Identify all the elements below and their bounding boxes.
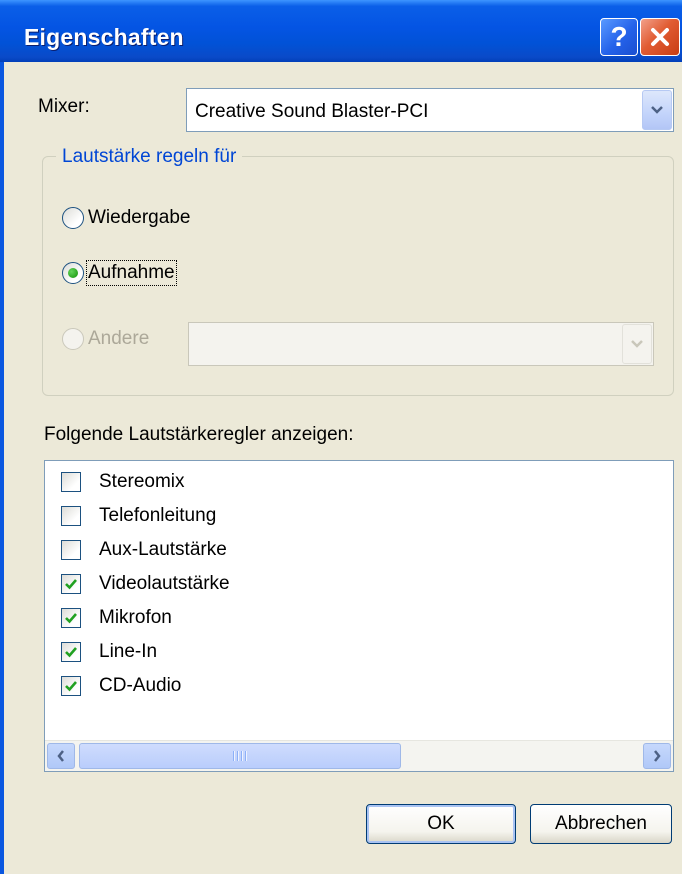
mixer-dropdown-button[interactable]: [642, 90, 672, 130]
volume-controls-list[interactable]: Stereomix Telefonleitung Aux-Lautstärke …: [44, 460, 674, 772]
list-item[interactable]: Stereomix: [61, 471, 185, 493]
list-item[interactable]: Telefonleitung: [61, 505, 216, 527]
volume-group-title: Lautstärke regeln für: [56, 146, 243, 168]
list-item-label: Videolautstärke: [99, 573, 230, 594]
mixer-label: Mixer:: [38, 96, 90, 117]
radio-playback[interactable]: Wiedergabe: [62, 207, 190, 229]
video-checkbox[interactable]: [61, 574, 81, 594]
checkmark-icon: [65, 681, 77, 692]
stereomix-checkbox[interactable]: [61, 472, 81, 492]
telefonleitung-checkbox[interactable]: [61, 506, 81, 526]
list-item[interactable]: Line-In: [61, 641, 157, 663]
close-icon: [651, 28, 669, 46]
properties-dialog: Eigenschaften ? Mixer: Creative Sound Bl…: [0, 0, 682, 874]
other-device-select: [188, 322, 654, 366]
controls-list-label: Folgende Lautstärkeregler anzeigen:: [44, 424, 354, 445]
radio-recording-button[interactable]: [62, 262, 84, 284]
list-item-label: CD-Audio: [99, 675, 182, 696]
checkmark-icon: [65, 579, 77, 590]
mixer-selected-value: Creative Sound Blaster-PCI: [195, 101, 429, 122]
radio-other-label: Andere: [88, 328, 150, 349]
help-button[interactable]: ?: [600, 18, 638, 56]
checkmark-icon: [65, 647, 77, 658]
list-item[interactable]: Aux-Lautstärke: [61, 539, 227, 561]
scroll-left-button[interactable]: [47, 743, 75, 769]
list-item[interactable]: CD-Audio: [61, 675, 181, 697]
line-in-checkbox[interactable]: [61, 642, 81, 662]
scroll-thumb[interactable]: [79, 743, 401, 769]
radio-recording[interactable]: Aufnahme: [62, 260, 177, 286]
chevron-right-icon: [654, 750, 661, 762]
list-item-label: Mikrofon: [99, 607, 172, 628]
help-icon: ?: [610, 21, 628, 52]
ok-button[interactable]: OK: [366, 804, 516, 844]
mikrofon-checkbox[interactable]: [61, 608, 81, 628]
aux-checkbox[interactable]: [61, 540, 81, 560]
list-item[interactable]: Mikrofon: [61, 607, 172, 629]
list-item-label: Telefonleitung: [99, 505, 217, 526]
radio-recording-label: Aufnahme: [86, 260, 177, 286]
checkmark-icon: [65, 613, 77, 624]
radio-playback-button[interactable]: [62, 207, 84, 229]
list-item-label: Aux-Lautstärke: [99, 539, 227, 560]
chevron-left-icon: [57, 750, 64, 762]
list-item-label: Stereomix: [99, 471, 185, 492]
horizontal-scrollbar[interactable]: [45, 740, 673, 771]
cancel-button[interactable]: Abbrechen: [530, 804, 672, 844]
radio-other: Andere: [62, 328, 149, 350]
close-button[interactable]: [640, 18, 680, 56]
cd-audio-checkbox[interactable]: [61, 676, 81, 696]
mixer-select[interactable]: Creative Sound Blaster-PCI: [186, 88, 674, 132]
window-title: Eigenschaften: [24, 24, 184, 50]
grip-icon: [233, 751, 247, 761]
other-dropdown-button: [622, 324, 652, 364]
scroll-right-button[interactable]: [643, 743, 671, 769]
radio-other-button: [62, 328, 84, 350]
radio-playback-label: Wiedergabe: [88, 207, 191, 228]
list-item[interactable]: Videolautstärke: [61, 573, 230, 595]
chevron-down-icon: [631, 340, 643, 348]
chevron-down-icon: [651, 106, 663, 114]
title-bar[interactable]: Eigenschaften ?: [0, 0, 682, 62]
list-item-label: Line-In: [99, 641, 158, 662]
